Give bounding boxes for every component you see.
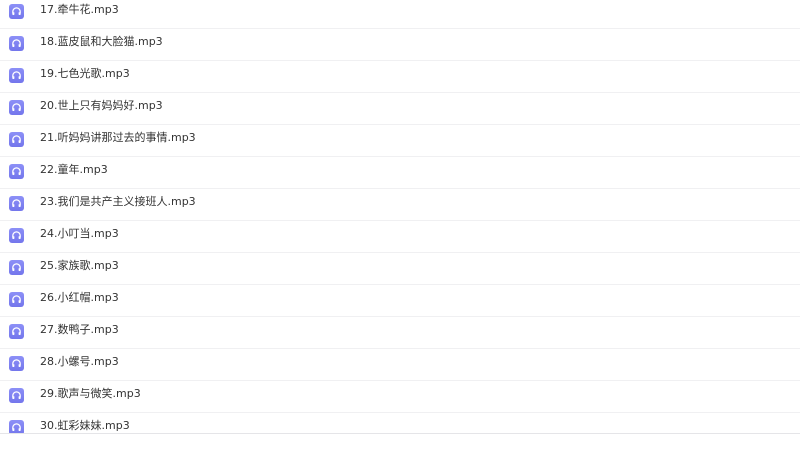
headphones-icon	[9, 4, 24, 19]
headphones-icon	[9, 36, 24, 51]
file-row[interactable]: 21.听妈妈讲那过去的事情.mp3	[0, 125, 800, 157]
list-bottom-divider	[0, 433, 800, 434]
file-name: 17.牵牛花.mp3	[40, 3, 119, 16]
file-name: 22.童年.mp3	[40, 163, 108, 176]
file-name: 28.小螺号.mp3	[40, 355, 119, 368]
file-row[interactable]: 24.小叮当.mp3	[0, 221, 800, 253]
file-row[interactable]: 29.歌声与微笑.mp3	[0, 381, 800, 413]
file-row[interactable]: 19.七色光歌.mp3	[0, 61, 800, 93]
headphones-icon	[9, 292, 24, 307]
file-name: 30.虹彩妹妹.mp3	[40, 419, 130, 432]
file-row[interactable]: 18.蓝皮鼠和大脸猫.mp3	[0, 29, 800, 61]
file-row[interactable]: 28.小螺号.mp3	[0, 349, 800, 381]
headphones-icon	[9, 132, 24, 147]
file-name: 23.我们是共产主义接班人.mp3	[40, 195, 196, 208]
file-row[interactable]: 22.童年.mp3	[0, 157, 800, 189]
file-name: 21.听妈妈讲那过去的事情.mp3	[40, 131, 196, 144]
file-name: 25.家族歌.mp3	[40, 259, 119, 272]
file-row[interactable]: 30.虹彩妹妹.mp3	[0, 413, 800, 434]
file-name: 18.蓝皮鼠和大脸猫.mp3	[40, 35, 163, 48]
file-row[interactable]: 27.数鸭子.mp3	[0, 317, 800, 349]
file-name: 29.歌声与微笑.mp3	[40, 387, 141, 400]
headphones-icon	[9, 164, 24, 179]
headphones-icon	[9, 324, 24, 339]
headphones-icon	[9, 100, 24, 115]
headphones-icon	[9, 388, 24, 403]
headphones-icon	[9, 68, 24, 83]
file-name: 20.世上只有妈妈好.mp3	[40, 99, 163, 112]
headphones-icon	[9, 196, 24, 211]
file-row[interactable]: 25.家族歌.mp3	[0, 253, 800, 285]
file-name: 27.数鸭子.mp3	[40, 323, 119, 336]
file-name: 24.小叮当.mp3	[40, 227, 119, 240]
headphones-icon	[9, 228, 24, 243]
headphones-icon	[9, 356, 24, 371]
file-row[interactable]: 23.我们是共产主义接班人.mp3	[0, 189, 800, 221]
headphones-icon	[9, 260, 24, 275]
headphones-icon	[9, 420, 24, 434]
file-row[interactable]: 20.世上只有妈妈好.mp3	[0, 93, 800, 125]
file-row[interactable]: 26.小红帽.mp3	[0, 285, 800, 317]
file-list: 17.牵牛花.mp3 18.蓝皮鼠和大脸猫.mp3 19.七色光歌.mp3 20…	[0, 0, 800, 434]
file-name: 26.小红帽.mp3	[40, 291, 119, 304]
file-row[interactable]: 17.牵牛花.mp3	[0, 0, 800, 29]
file-name: 19.七色光歌.mp3	[40, 67, 130, 80]
